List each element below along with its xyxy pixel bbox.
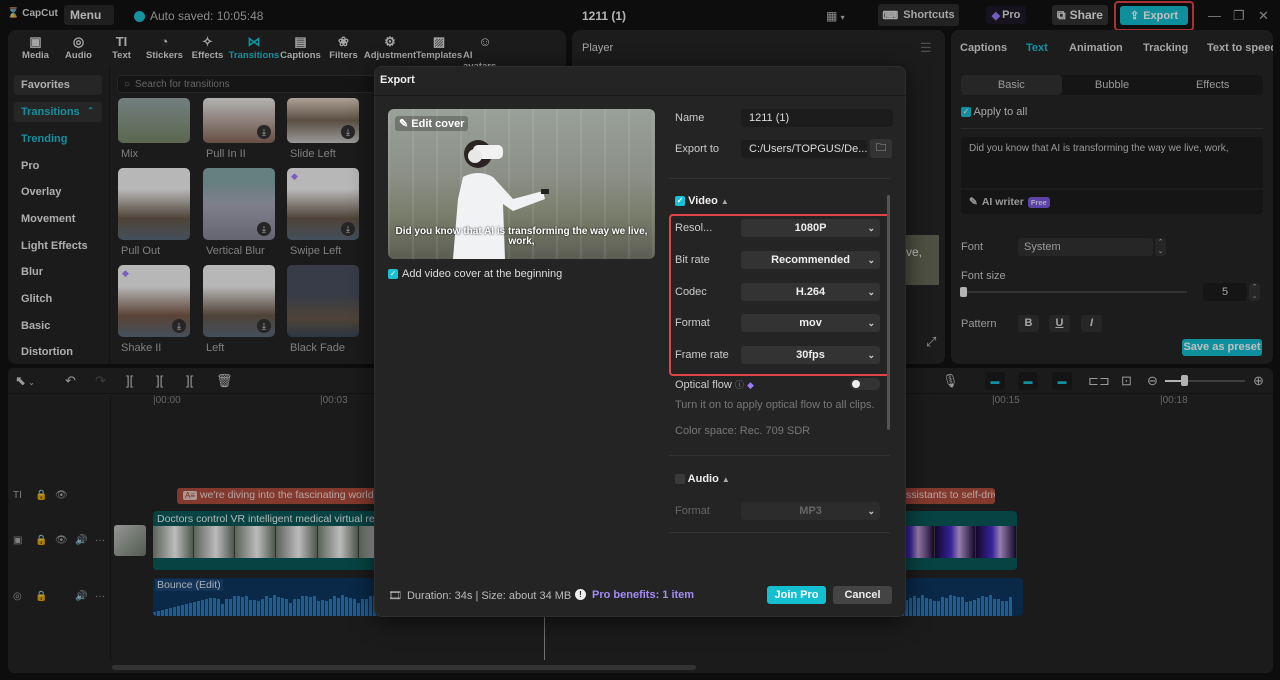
folder-icon[interactable]: 🗀 <box>870 139 892 158</box>
pro-benefits-link[interactable]: Pro benefits: 1 item <box>592 589 694 601</box>
dialog-scrollbar[interactable] <box>887 195 890 430</box>
dialog-title: Export <box>380 74 415 86</box>
audio-format-select[interactable]: MP3 ⌄ <box>741 502 880 520</box>
optical-flow-toggle[interactable] <box>850 378 880 390</box>
checkbox-checked-icon: ✓ <box>388 269 398 279</box>
checkbox-unchecked-icon <box>675 474 685 485</box>
pencil-icon: ✎ <box>399 118 409 130</box>
caret-up-icon: ▲ <box>720 197 729 206</box>
cover-preview: ✎ Edit cover Did you know that AI is tra… <box>388 109 655 259</box>
color-space-info: Color space: Rec. 709 SDR <box>675 425 811 437</box>
audio-format-label: Format <box>675 505 710 517</box>
divider <box>669 532 890 533</box>
audio-section-toggle[interactable]: Audio ▲ <box>675 473 730 485</box>
chevron-down-icon: ⌄ <box>867 506 875 516</box>
divider <box>669 455 890 456</box>
cover-subtitle: Did you know that AI is transforming the… <box>395 226 648 247</box>
export-path-input[interactable]: C:/Users/TOPGUS/De... <box>741 140 867 158</box>
help-icon[interactable]: ⓘ <box>735 380 744 390</box>
join-pro-button[interactable]: Join Pro <box>767 586 826 604</box>
info-icon: ! <box>575 589 586 600</box>
add-cover-label: Add video cover at the beginning <box>402 268 563 280</box>
optical-flow-description: Turn it on to apply optical flow to all … <box>675 399 875 411</box>
film-icon: 🎞 <box>388 590 402 602</box>
edit-cover-label: Edit cover <box>411 118 465 130</box>
edit-cover-button[interactable]: ✎ Edit cover <box>395 116 469 131</box>
video-section-label: Video <box>688 195 718 207</box>
export-summary: 🎞 Duration: 34s | Size: about 34 MB <box>388 589 572 603</box>
name-input[interactable]: 1211 (1) <box>741 109 893 127</box>
export-to-label: Export to <box>675 143 720 155</box>
pro-diamond-icon: ◆ <box>747 380 754 390</box>
optical-flow-label: Optical flow ⓘ ◆ <box>675 378 754 391</box>
audio-section-label: Audio <box>687 473 719 485</box>
name-label: Name <box>675 112 705 124</box>
checkbox-checked-icon: ✓ <box>675 196 685 207</box>
divider <box>669 178 890 179</box>
video-settings-highlight-box <box>669 214 890 376</box>
divider <box>374 95 906 96</box>
cancel-button[interactable]: Cancel <box>833 586 892 604</box>
optical-flow-text: Optical flow <box>675 379 732 391</box>
duration-size-text: Duration: 34s | Size: about 34 MB <box>406 589 572 602</box>
audio-format-value: MP3 <box>799 505 822 517</box>
caret-up-icon: ▲ <box>721 475 730 484</box>
add-cover-checkbox[interactable]: ✓ Add video cover at the beginning <box>388 268 562 280</box>
video-section-toggle[interactable]: ✓ Video ▲ <box>675 195 729 207</box>
